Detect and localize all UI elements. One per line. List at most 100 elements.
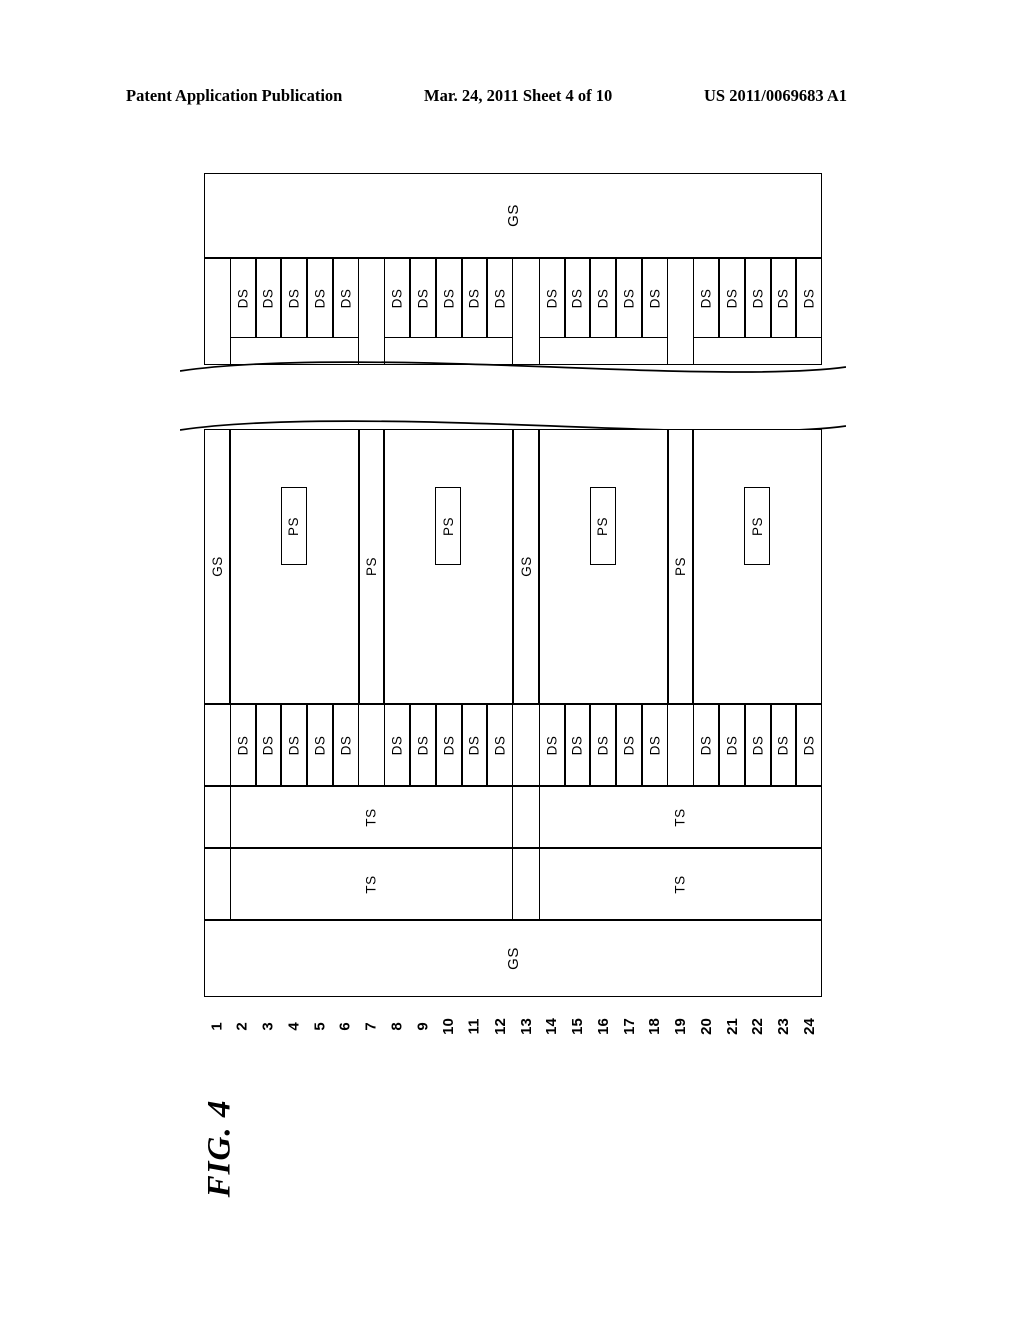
cell-label: DS [750, 288, 766, 308]
column-number-ruler: 1 2 3 4 5 6 7 8 9 10 11 12 13 14 15 16 17 18 19 20 21 22 23 24 [204, 1018, 824, 1062]
ps-label-box: PS [589, 487, 616, 565]
ts-cell: TS [538, 786, 822, 848]
middle-strip: GS [513, 429, 539, 704]
cell-label: DS [441, 288, 457, 308]
column-number: 8 [388, 1022, 406, 1031]
column-number: 19 [671, 1018, 689, 1035]
bottom-gs-band: GS [204, 920, 822, 997]
column-number: 15 [568, 1018, 586, 1035]
cell-label: DS [724, 288, 740, 308]
cell-label: DS [466, 288, 482, 308]
column-number: 3 [259, 1022, 277, 1031]
cell-label: DS [466, 735, 482, 755]
column-number: 22 [749, 1018, 767, 1035]
ps-label-box: PS [280, 487, 307, 565]
cell-label: DS [698, 288, 714, 308]
cell-label: DS [544, 735, 560, 755]
cell-label: DS [286, 735, 302, 755]
ds-cell: DS [719, 704, 745, 786]
cell-label: DS [492, 735, 508, 755]
column-number: 11 [465, 1018, 483, 1035]
ds-cell: DS [641, 704, 668, 786]
ds-cell: DS [770, 704, 797, 786]
cell-label: DS [775, 288, 791, 308]
ds-cell: DS [538, 704, 565, 786]
ds-cell: DS [590, 258, 616, 338]
cell-label: DS [235, 735, 251, 755]
ps-label-box: PS [435, 487, 462, 565]
cell-label: DS [260, 288, 276, 308]
column-number: 6 [337, 1022, 355, 1031]
column-number: 5 [311, 1022, 329, 1031]
column-number: 17 [620, 1018, 638, 1035]
cell-label: DS [621, 288, 637, 308]
figure-drawing: GS DS DS DS DS DS DS DS DS DS DS DS DS DS DS DS DS DS DS DS… [180, 173, 846, 1013]
ds-cell: DS [332, 258, 359, 338]
column-number: 21 [723, 1018, 741, 1035]
top-gs-band: GS [204, 173, 822, 258]
ds-cell: DS [229, 258, 256, 338]
ds-cell: DS [693, 704, 719, 786]
cell-label: PS [749, 516, 765, 536]
middle-block: PS [384, 429, 513, 704]
cell-label: DS [389, 735, 405, 755]
cell-label: DS [544, 288, 560, 308]
ds-cell: DS [641, 258, 668, 338]
cell-label: PS [440, 516, 456, 536]
cell-label: DS [595, 735, 611, 755]
cell-label: DS [286, 288, 302, 308]
ds-cell: DS [410, 258, 436, 338]
ds-cell: DS [461, 258, 488, 338]
column-number: 14 [543, 1018, 561, 1035]
patent-drawing-page: Patent Application Publication Mar. 24, … [0, 0, 1024, 1320]
ds-cell: DS [616, 704, 642, 786]
cell-label: DS [338, 288, 354, 308]
column-number: 12 [491, 1018, 509, 1035]
ds-cell: DS [281, 258, 307, 338]
cell-label: PS [286, 516, 302, 536]
cell-label: DS [389, 288, 405, 308]
ds-cell: DS [410, 704, 436, 786]
middle-strip: PS [667, 429, 694, 704]
ds-cell: DS [538, 258, 565, 338]
column-number: 20 [697, 1018, 715, 1035]
cell-label: DS [569, 735, 585, 755]
cell-label: DS [492, 288, 508, 308]
ds-cell: DS [770, 258, 797, 338]
figure-label: FIG. 4 [150, 1075, 300, 1215]
cell-label: DS [775, 735, 791, 755]
column-number: 9 [414, 1022, 432, 1031]
ds-cell: DS [307, 704, 333, 786]
ds-cell: DS [564, 258, 591, 338]
cell-label: DS [260, 735, 276, 755]
cell-label: TS [363, 874, 379, 894]
cell-label: DS [415, 735, 431, 755]
cell-label: DS [312, 735, 328, 755]
cell-label: TS [672, 807, 688, 827]
cell-label: GS [518, 556, 534, 577]
cell-label: DS [801, 288, 817, 308]
column-number: 10 [440, 1018, 458, 1035]
column-number: 7 [362, 1022, 380, 1031]
ds-cell: DS [384, 258, 410, 338]
ds-cell: DS [693, 258, 719, 338]
cell-label: DS [338, 735, 354, 755]
ds-cell: DS [435, 258, 462, 338]
figure-label-text: FIG. 4 [201, 1099, 238, 1198]
middle-block: PS [229, 429, 359, 704]
cell-label: DS [312, 288, 328, 308]
cell-label: PS [595, 516, 611, 536]
ds-cell: DS [332, 704, 359, 786]
column-number: 24 [800, 1018, 818, 1035]
cell-label: DS [235, 288, 251, 308]
cell-label: DS [724, 735, 740, 755]
break-line [180, 360, 846, 374]
cell-label: GS [504, 947, 522, 970]
cell-label: GS [209, 556, 225, 577]
cell-label: DS [621, 735, 637, 755]
cell-label: DS [647, 288, 663, 308]
cell-label: DS [801, 735, 817, 755]
header-publication-number: US 2011/0069683 A1 [704, 86, 848, 105]
ds-cell: DS [281, 704, 307, 786]
middle-strip: GS [204, 429, 230, 704]
